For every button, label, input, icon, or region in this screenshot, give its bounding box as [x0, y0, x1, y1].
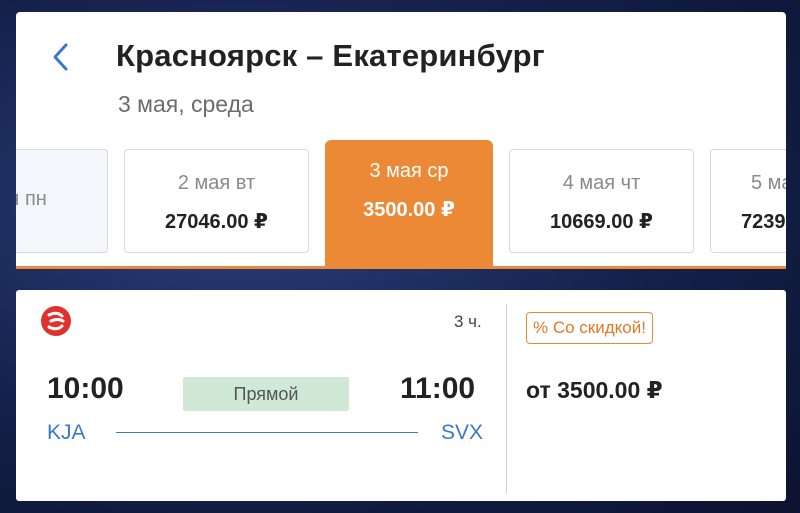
date-card-day: 3 мая ср [369, 160, 449, 182]
card-divider [506, 304, 507, 493]
flight-duration: 3 ч. [454, 312, 482, 331]
arrival-time: 11:00 [400, 372, 476, 405]
direct-flight-badge: Прямой [183, 377, 349, 411]
header-card: Красноярск – Екатеринбург 3 мая, среда 1… [16, 12, 786, 269]
selected-underline [16, 266, 786, 269]
date-card-2[interactable]: 2 мая вт 27046.00 ₽ [124, 149, 309, 253]
date-card-price: 27046.00 ₽ [165, 211, 268, 233]
departure-time: 10:00 [47, 372, 124, 405]
date-card-5[interactable]: 5 мая пт 7239.00 ₽ [710, 149, 786, 253]
date-selector: 1 мая пн 2 мая вт 27046.00 ₽ 3 мая ср 35… [16, 140, 786, 269]
date-card-4[interactable]: 4 мая чт 10669.00 ₽ [509, 149, 694, 253]
date-card-day: 4 мая чт [562, 172, 641, 194]
arrival-airport-code: SVX [441, 421, 484, 444]
flight-price: от 3500.00 ₽ [526, 377, 663, 403]
airline-logo-icon [41, 306, 71, 336]
date-card-day: 5 мая пт [751, 172, 786, 194]
date-card-day: 1 мая пн [16, 188, 47, 210]
date-card-3-selected[interactable]: 3 мая ср 3500.00 ₽ [325, 140, 493, 269]
flight-result-card[interactable]: 3 ч. 10:00 Прямой 11:00 KJA SVX % Со ски… [16, 290, 786, 501]
departure-airport-code: KJA [47, 421, 86, 444]
discount-badge: % Со скидкой! [526, 312, 653, 344]
page-subtitle: 3 мая, среда [118, 91, 254, 117]
date-card-price: 3500.00 ₽ [363, 199, 455, 221]
date-card-price: 7239.00 ₽ [741, 211, 786, 233]
date-card-1[interactable]: 1 мая пн [16, 149, 108, 253]
page-title: Красноярск – Екатеринбург [116, 38, 545, 73]
chevron-left-icon [53, 43, 68, 71]
date-card-price: 10669.00 ₽ [550, 211, 653, 233]
back-button[interactable] [46, 40, 76, 74]
route-line [116, 432, 418, 433]
date-card-day: 2 мая вт [177, 172, 256, 194]
